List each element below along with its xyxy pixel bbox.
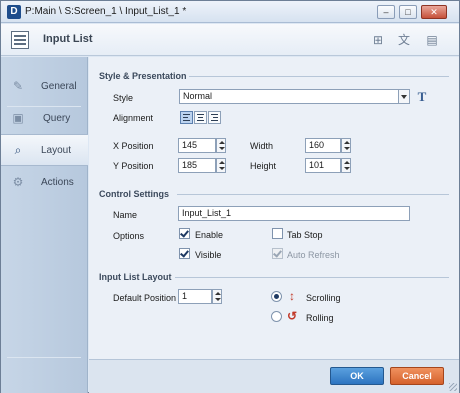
dialog-title: Input List	[43, 33, 93, 45]
height-input[interactable]: 101	[305, 158, 341, 173]
general-icon: ✎	[12, 79, 24, 93]
y-position-stepper[interactable]	[216, 158, 226, 173]
options-label: Options	[113, 231, 145, 241]
layout-icon: ⌕	[14, 143, 22, 157]
clipboard-icon[interactable]: ▤	[425, 33, 439, 47]
sidebar-item-label: Layout	[41, 145, 72, 156]
sidebar-item-actions[interactable]: ⚙ Actions	[1, 167, 88, 199]
enable-checkbox[interactable]	[179, 228, 190, 239]
section-divider	[175, 277, 449, 278]
sidebar-item-layout[interactable]: ⌕ Layout	[1, 134, 88, 166]
auto-refresh-checkbox[interactable]	[272, 248, 283, 259]
alignment-label: Alignment	[113, 113, 154, 123]
chevron-down-icon[interactable]	[398, 89, 410, 104]
rolling-icon: ↺	[286, 309, 298, 323]
name-input[interactable]: Input_List_1	[178, 206, 410, 221]
default-position-label: Default Position	[113, 293, 177, 303]
sidebar-item-label: General	[41, 81, 77, 92]
x-position-label: X Position	[113, 141, 154, 151]
input-list-icon	[11, 31, 29, 49]
dialog-footer: OK Cancel	[89, 359, 459, 393]
width-label: Width	[250, 141, 274, 151]
section-title-style-presentation: Style & Presentation	[99, 71, 187, 81]
sidebar-divider	[7, 357, 81, 358]
sidebar-item-label: Query	[43, 113, 71, 124]
ok-button[interactable]: OK	[330, 367, 384, 385]
width-stepper[interactable]	[341, 138, 351, 153]
app-logo-icon: D	[7, 5, 21, 19]
input-list-dialog: D P:Main \ S:Screen_1 \ Input_List_1 * –…	[0, 0, 460, 393]
align-left-button[interactable]	[180, 111, 193, 124]
rolling-radio[interactable]	[271, 311, 282, 322]
tab-stop-label: Tab Stop	[287, 230, 323, 240]
scrolling-label: Scrolling	[306, 293, 341, 303]
width-input[interactable]: 160	[305, 138, 341, 153]
auto-refresh-label: Auto Refresh	[287, 250, 340, 260]
scrolling-radio[interactable]	[271, 291, 282, 302]
maximize-button[interactable]: □	[399, 5, 417, 19]
layout-panel: Style & Presentation Style Normal T Alig…	[89, 57, 459, 359]
dialog-header: Input List ⊞ 文 ▤	[1, 24, 459, 56]
x-position-stepper[interactable]	[216, 138, 226, 153]
translate-icon[interactable]: 文	[397, 33, 411, 47]
cancel-button[interactable]: Cancel	[390, 367, 444, 385]
name-label: Name	[113, 210, 138, 220]
sidebar-item-label: Actions	[41, 177, 74, 188]
height-stepper[interactable]	[341, 158, 351, 173]
x-position-input[interactable]: 145	[178, 138, 216, 153]
actions-icon: ⚙	[12, 175, 24, 189]
sidebar-item-general[interactable]: ✎ General	[1, 71, 88, 103]
scrolling-icon: ↕	[289, 289, 295, 303]
visible-label: Visible	[195, 250, 222, 260]
minimize-button[interactable]: –	[377, 5, 395, 19]
enable-label: Enable	[195, 230, 224, 240]
align-right-button[interactable]	[208, 111, 221, 124]
new-page-icon[interactable]: ⊞	[371, 33, 385, 47]
query-icon: ▣	[12, 111, 24, 125]
section-divider	[177, 194, 449, 195]
resize-grip-icon[interactable]	[449, 383, 457, 391]
close-button[interactable]: ✕	[421, 5, 447, 19]
window-title: P:Main \ S:Screen_1 \ Input_List_1 *	[25, 6, 187, 17]
align-center-button[interactable]	[194, 111, 207, 124]
style-dropdown[interactable]: Normal	[179, 89, 407, 104]
section-title-control-settings: Control Settings	[99, 189, 169, 199]
sidebar: ✎ General ▣ Query ⌕ Layout ⚙ Actions	[1, 57, 88, 393]
y-position-label: Y Position	[113, 161, 154, 171]
default-position-stepper[interactable]	[212, 289, 222, 304]
style-label: Style	[113, 93, 134, 103]
rolling-label: Rolling	[306, 313, 334, 323]
section-title-input-list-layout: Input List Layout	[99, 272, 172, 282]
title-bar[interactable]: D P:Main \ S:Screen_1 \ Input_List_1 * –…	[1, 1, 459, 23]
height-label: Height	[250, 161, 277, 171]
visible-checkbox[interactable]	[179, 248, 190, 259]
y-position-input[interactable]: 185	[178, 158, 216, 173]
text-style-icon[interactable]: T	[415, 89, 429, 104]
tab-stop-checkbox[interactable]	[272, 228, 283, 239]
section-divider	[189, 76, 449, 77]
sidebar-item-query[interactable]: ▣ Query	[1, 103, 88, 135]
default-position-input[interactable]: 1	[178, 289, 212, 304]
